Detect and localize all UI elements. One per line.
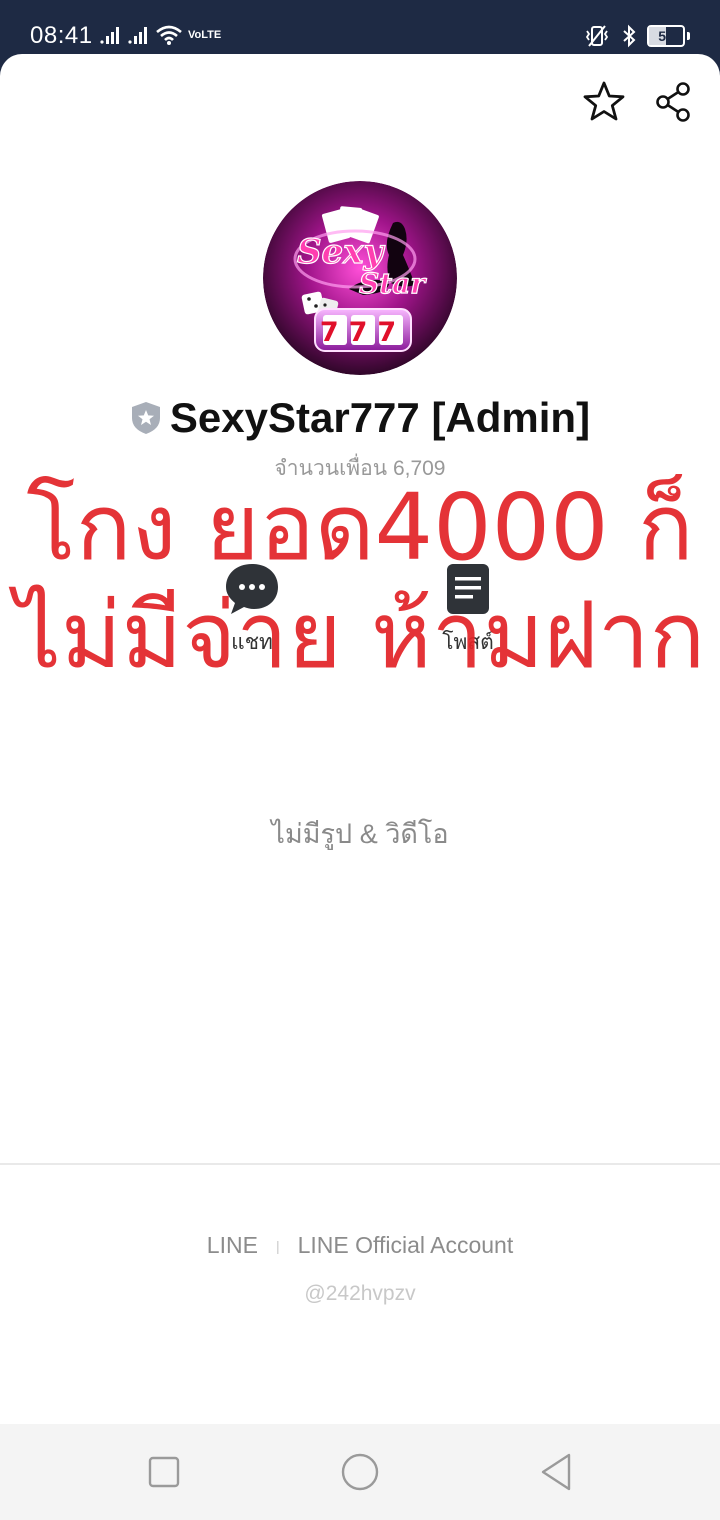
signal-icon <box>100 27 119 44</box>
bluetooth-icon <box>623 24 636 48</box>
footer-official-account-link[interactable]: LINE Official Account <box>298 1232 514 1259</box>
logo-line2: Star <box>359 267 427 300</box>
status-bar: 08:41 VoLTE 51 <box>0 0 720 60</box>
post-list-icon <box>447 564 489 614</box>
footer-divider <box>0 1163 720 1165</box>
profile-actions: แชท โพสต์ <box>0 560 720 660</box>
battery-tip <box>687 32 690 40</box>
status-left-icons: VoLTE <box>100 22 221 48</box>
battery-level: 51 <box>658 28 674 44</box>
vibrate-icon <box>585 25 609 47</box>
post-label: โพสต์ <box>442 631 494 654</box>
chat-button[interactable]: แชท <box>192 560 312 660</box>
recent-apps-button[interactable] <box>142 1450 186 1494</box>
profile-name: SexyStar777 [Admin] <box>169 394 591 441</box>
share-icon <box>656 82 690 122</box>
wifi-icon <box>156 25 182 45</box>
friends-count: จำนวนเพื่อน 6,709 <box>0 452 720 485</box>
favorite-button[interactable] <box>582 80 626 124</box>
status-right-icons: 51 <box>583 22 690 50</box>
square-icon <box>148 1456 180 1488</box>
chat-label: แชท <box>231 631 273 654</box>
account-id: @242hvpzv <box>304 1282 416 1305</box>
shield-star-icon <box>131 402 160 434</box>
friends-label: จำนวนเพื่อน <box>274 457 388 480</box>
profile-name-row: SexyStar777 [Admin] <box>0 394 720 442</box>
home-button[interactable] <box>338 1450 382 1494</box>
logo-line1: Sexy <box>297 232 385 272</box>
circle-icon <box>341 1453 379 1491</box>
share-button[interactable] <box>651 80 695 124</box>
footer-line-link[interactable]: LINE <box>207 1232 258 1259</box>
footer-links: LINE | LINE Official Account <box>0 1232 720 1259</box>
star-outline-icon <box>583 81 625 121</box>
footer-separator: | <box>275 1237 280 1254</box>
chat-bubble-icon <box>226 564 278 614</box>
signal-icon <box>128 27 147 44</box>
back-button[interactable] <box>534 1450 578 1494</box>
logo-number: 777 <box>320 317 406 348</box>
volte-indicator: VoLTE <box>188 28 222 41</box>
system-nav-bar <box>0 1424 720 1520</box>
empty-media-text: ไม่มีรูป & วิดีโอ <box>271 819 449 849</box>
friends-number: 6,709 <box>392 457 446 480</box>
triangle-back-icon <box>541 1453 571 1491</box>
battery-icon: 51 <box>647 25 685 47</box>
profile-sheet: Sexy Star 777 SexyStar777 [Admin] จำนวนเ… <box>0 54 720 1520</box>
post-button[interactable]: โพสต์ <box>408 560 528 660</box>
status-time: 08:41 <box>30 22 93 49</box>
profile-avatar[interactable]: Sexy Star 777 <box>263 181 457 375</box>
sexystar-logo: Sexy Star 777 <box>263 181 457 375</box>
